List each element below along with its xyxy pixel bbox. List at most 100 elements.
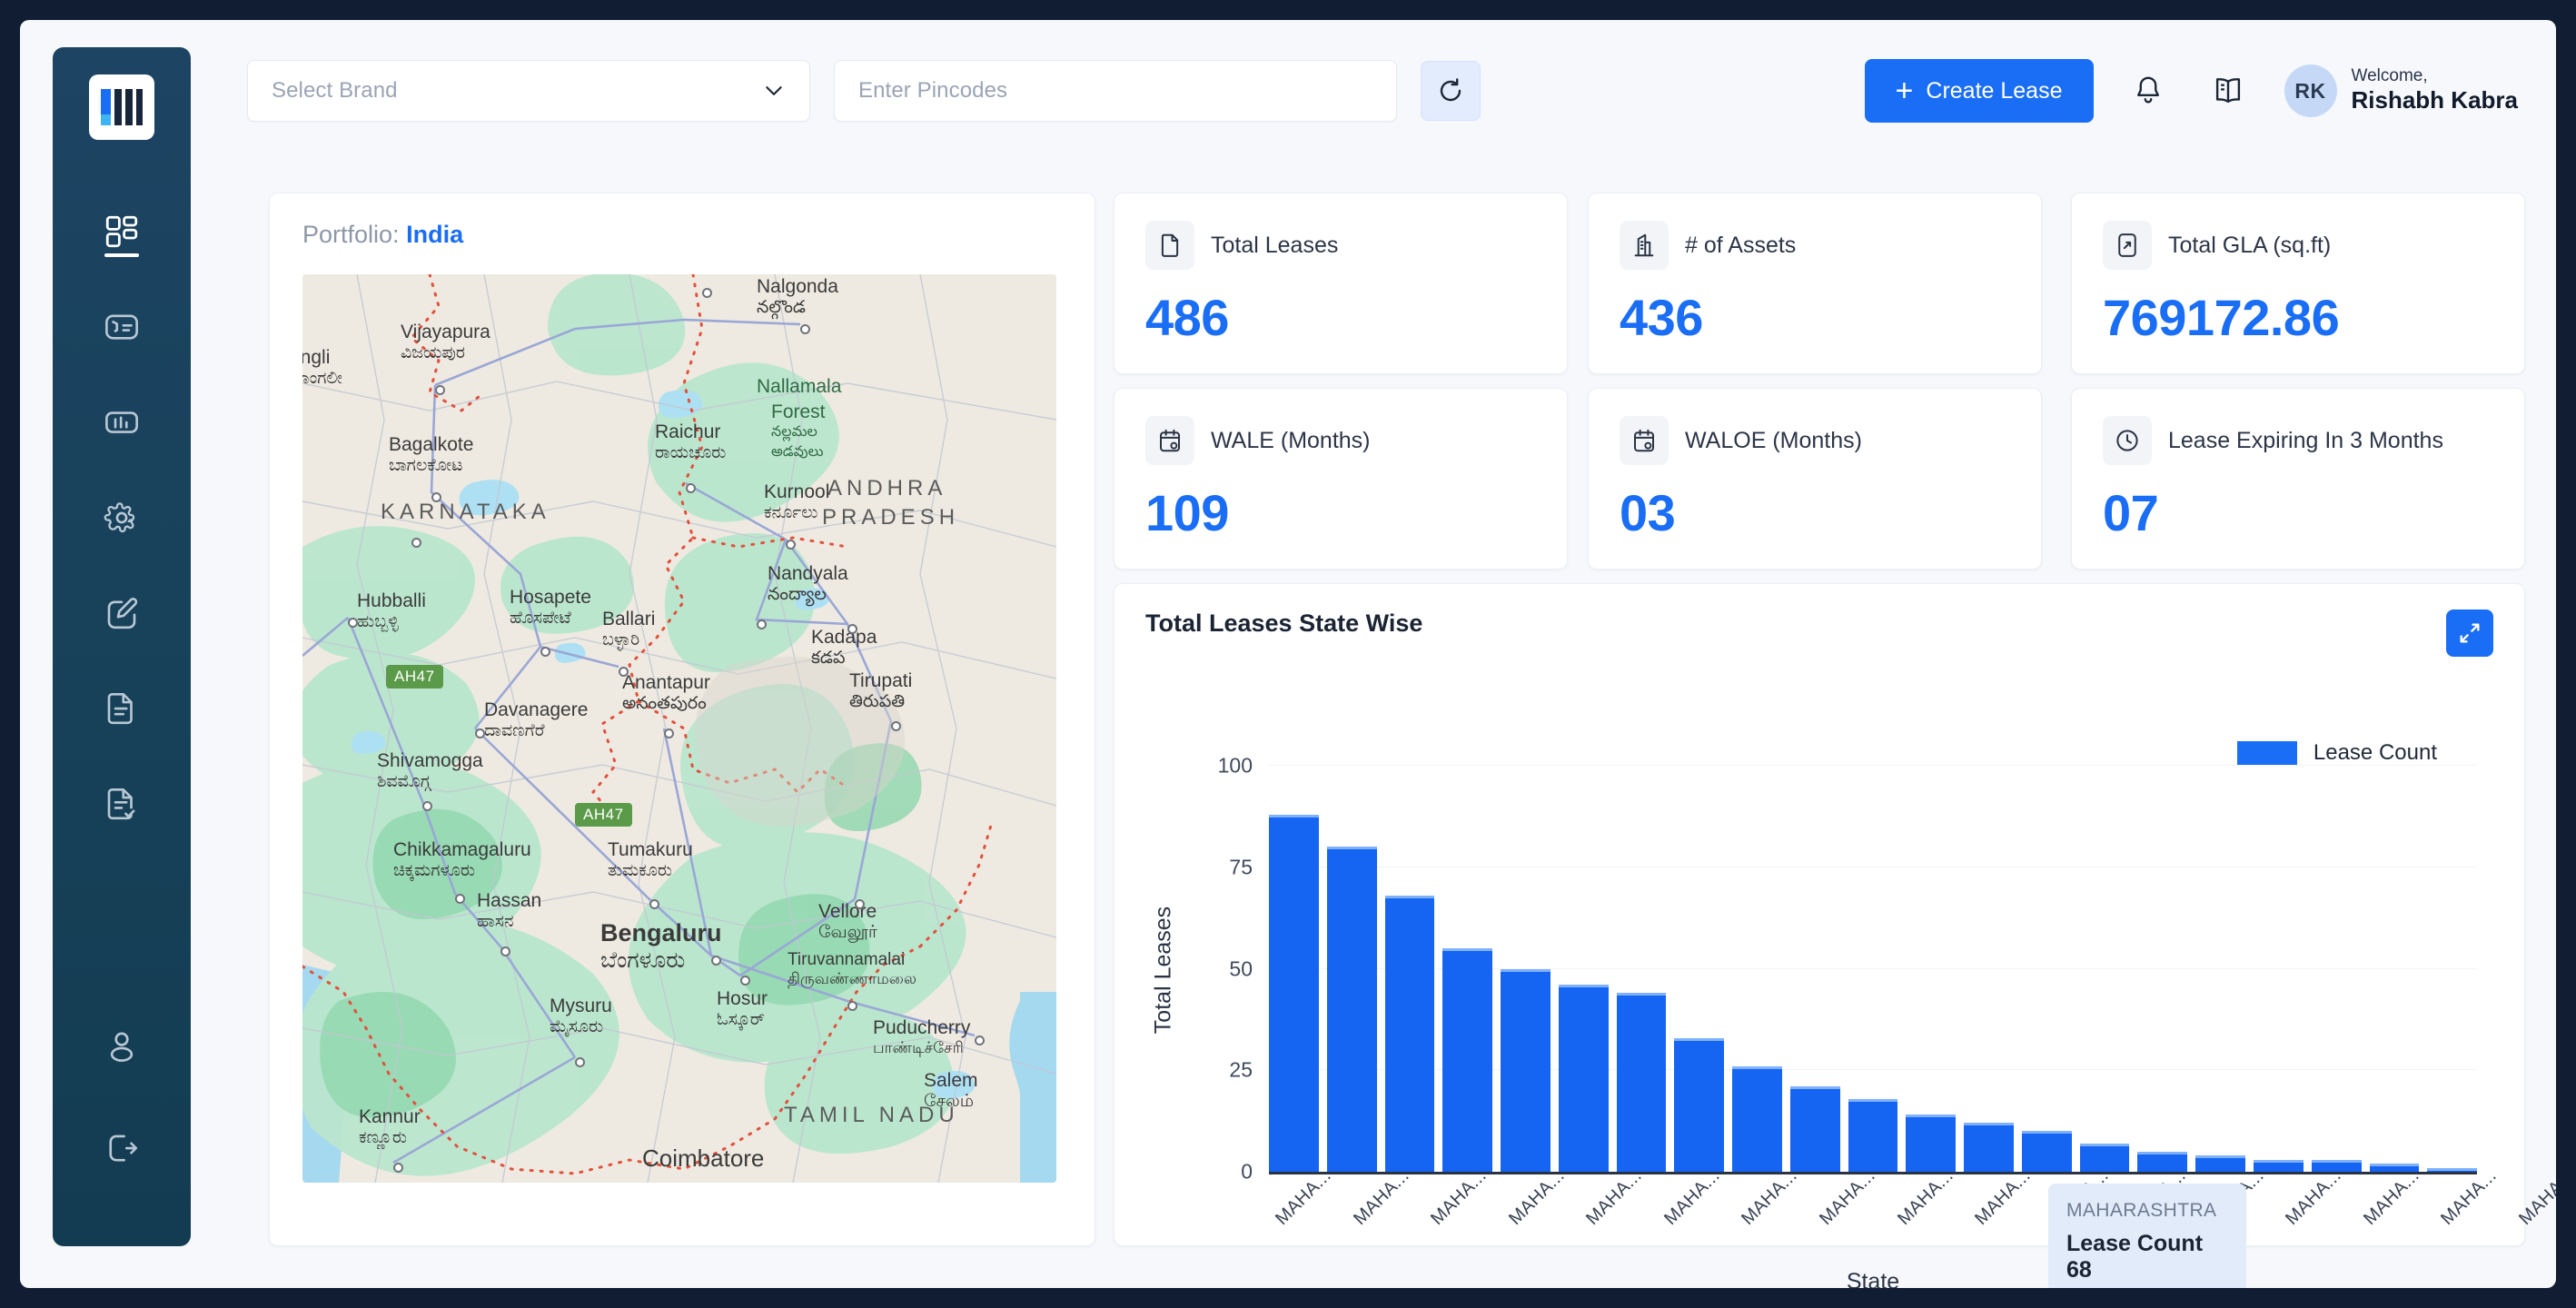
sidebar-item-approvals[interactable] [53, 756, 191, 851]
chart-bar[interactable] [1906, 1115, 1957, 1172]
notifications-button[interactable] [2123, 65, 2174, 116]
chart-bar[interactable] [2137, 1151, 2188, 1172]
map-city-dot [649, 899, 659, 909]
y-axis-tick: 0 [1241, 1159, 1253, 1184]
chart-expand-button[interactable] [2446, 609, 2493, 657]
map-city-dot [455, 894, 465, 904]
kpi-label: Lease Expiring In 3 Months [2168, 427, 2443, 453]
map-city-dot [975, 1036, 985, 1045]
chevron-down-icon [766, 86, 782, 95]
map-city-dot [422, 801, 432, 811]
active-indicator [104, 253, 139, 257]
sidebar-item-analytics[interactable] [53, 374, 191, 470]
refresh-button[interactable] [1421, 61, 1481, 121]
user-text-block: Welcome, Rishabh Kabra [2352, 66, 2519, 114]
kpi-label: Total Leases [1211, 232, 1339, 258]
y-axis-tick: 50 [1229, 956, 1253, 980]
map-city-dot [500, 946, 510, 956]
kpi-value: 03 [1620, 484, 1676, 541]
logout-icon [109, 1135, 138, 1162]
chart-plot-area: Total Leases 0 25 50 75 100 MAHA... MAHA... MA… [1151, 754, 2557, 1289]
sidebar-item-profile[interactable] [53, 996, 191, 1097]
chart-bar[interactable] [2311, 1159, 2362, 1172]
gear-icon [104, 501, 135, 532]
chart-bar[interactable] [1732, 1065, 1782, 1172]
x-axis-tick: MAHA... [1971, 1165, 2035, 1229]
kpi-label: WALE (Months) [1211, 427, 1371, 453]
x-axis-tick: MAHA... [1738, 1165, 1802, 1229]
kpi-header: Lease Expiring In 3 Months [2103, 416, 2493, 465]
brand-select[interactable]: Select Brand [247, 60, 810, 122]
kpi-label: Total GLA (sq.ft) [2168, 232, 2332, 258]
chart-bar[interactable] [1326, 847, 1377, 1172]
user-menu[interactable]: RK Welcome, Rishabh Kabra [2284, 64, 2519, 117]
map-city-dot [435, 385, 445, 395]
grid-icon [105, 215, 138, 247]
document-icon [107, 692, 133, 724]
kpi-value: 109 [1145, 484, 1229, 541]
chart-bar[interactable] [1789, 1086, 1840, 1172]
chart-bar[interactable] [1674, 1037, 1725, 1172]
map-city-dot [348, 618, 358, 628]
chart-bar[interactable] [2021, 1131, 2072, 1172]
chart-bar[interactable] [2254, 1159, 2304, 1172]
user-icon [110, 1032, 134, 1062]
map-city-dot [891, 721, 901, 731]
welcome-label: Welcome, [2351, 66, 2428, 86]
x-axis-tick: MAHA... [2437, 1165, 2502, 1229]
top-bar: Select Brand Enter Pincodes + Create Lea… [247, 54, 2518, 127]
chart-bar[interactable] [2195, 1155, 2246, 1172]
kpi-card-gla: Total GLA (sq.ft) 769172.86 [2071, 193, 2525, 374]
x-axis-tick: MAHA... [1272, 1165, 1335, 1229]
sidebar-item-logout[interactable] [53, 1097, 191, 1199]
chart-tooltip: MAHARASHTRA Lease Count 68 [2048, 1184, 2246, 1288]
chart-bar[interactable] [1501, 968, 1551, 1172]
plus-icon: + [1895, 74, 1914, 108]
pincode-field[interactable]: Enter Pincodes [834, 60, 1397, 122]
expand-diagonal-icon [2460, 623, 2480, 643]
sidebar [53, 47, 191, 1246]
chart-bar[interactable] [1442, 948, 1493, 1172]
guide-button[interactable] [2203, 65, 2254, 116]
book-icon [2215, 78, 2240, 104]
x-axis-tick: MAHA... [1427, 1165, 1491, 1229]
x-axis-tick: MAHA... [2282, 1165, 2346, 1229]
pencil-square-icon [107, 597, 138, 629]
y-axis-tick: 100 [1217, 753, 1253, 778]
sidebar-item-dashboard[interactable] [53, 183, 191, 279]
kpi-header: WALOE (Months) [1620, 416, 2010, 465]
kpi-card-wale: WALE (Months) 109 [1114, 388, 1568, 570]
map-city-dot [855, 899, 865, 909]
sidebar-bottom-nav [53, 996, 191, 1246]
kpi-card-total-leases: Total Leases 486 [1114, 193, 1568, 374]
map-list-icon [105, 313, 138, 340]
app-window: Select Brand Enter Pincodes + Create Lea… [20, 20, 2556, 1288]
portfolio-map[interactable]: KARNATAKA ANDHRA PRADESH TAMIL NADU Vija… [302, 274, 1056, 1183]
chart-bar[interactable] [1616, 993, 1667, 1172]
chart-bars [1269, 766, 2478, 1172]
chart-bar[interactable] [1384, 896, 1435, 1172]
chart-bar[interactable] [1269, 814, 1319, 1172]
portfolio-value: India [406, 221, 464, 248]
chart-bar[interactable] [2079, 1143, 2130, 1172]
map-city-dot [702, 288, 712, 298]
kpi-header: # of Assets [1620, 221, 2010, 270]
map-city-dot [711, 956, 721, 966]
chart-title: Total Leases State Wise [1145, 609, 1423, 637]
app-logo[interactable] [89, 74, 154, 140]
sidebar-item-settings[interactable] [53, 470, 191, 565]
kpi-label: # of Assets [1685, 232, 1797, 258]
y-axis-label: Total Leases [1150, 906, 1176, 1035]
chart-bar[interactable] [1558, 985, 1609, 1172]
sidebar-item-documents[interactable] [53, 660, 191, 756]
chart-bar[interactable] [1964, 1123, 2014, 1172]
map-city-dot [431, 492, 441, 502]
x-axis-tick: MAHA... [1660, 1165, 1724, 1229]
sidebar-item-edit[interactable] [53, 565, 191, 660]
x-axis-label: State [1846, 1269, 1900, 1288]
create-lease-button[interactable]: + Create Lease [1864, 59, 2094, 123]
sidebar-item-portfolio-map[interactable] [53, 279, 191, 374]
portfolio-card: Portfolio: India KARNATAKA ANDHRA PRADES… [269, 193, 1095, 1246]
file-icon [1145, 221, 1194, 270]
chart-bar[interactable] [1848, 1098, 1898, 1172]
